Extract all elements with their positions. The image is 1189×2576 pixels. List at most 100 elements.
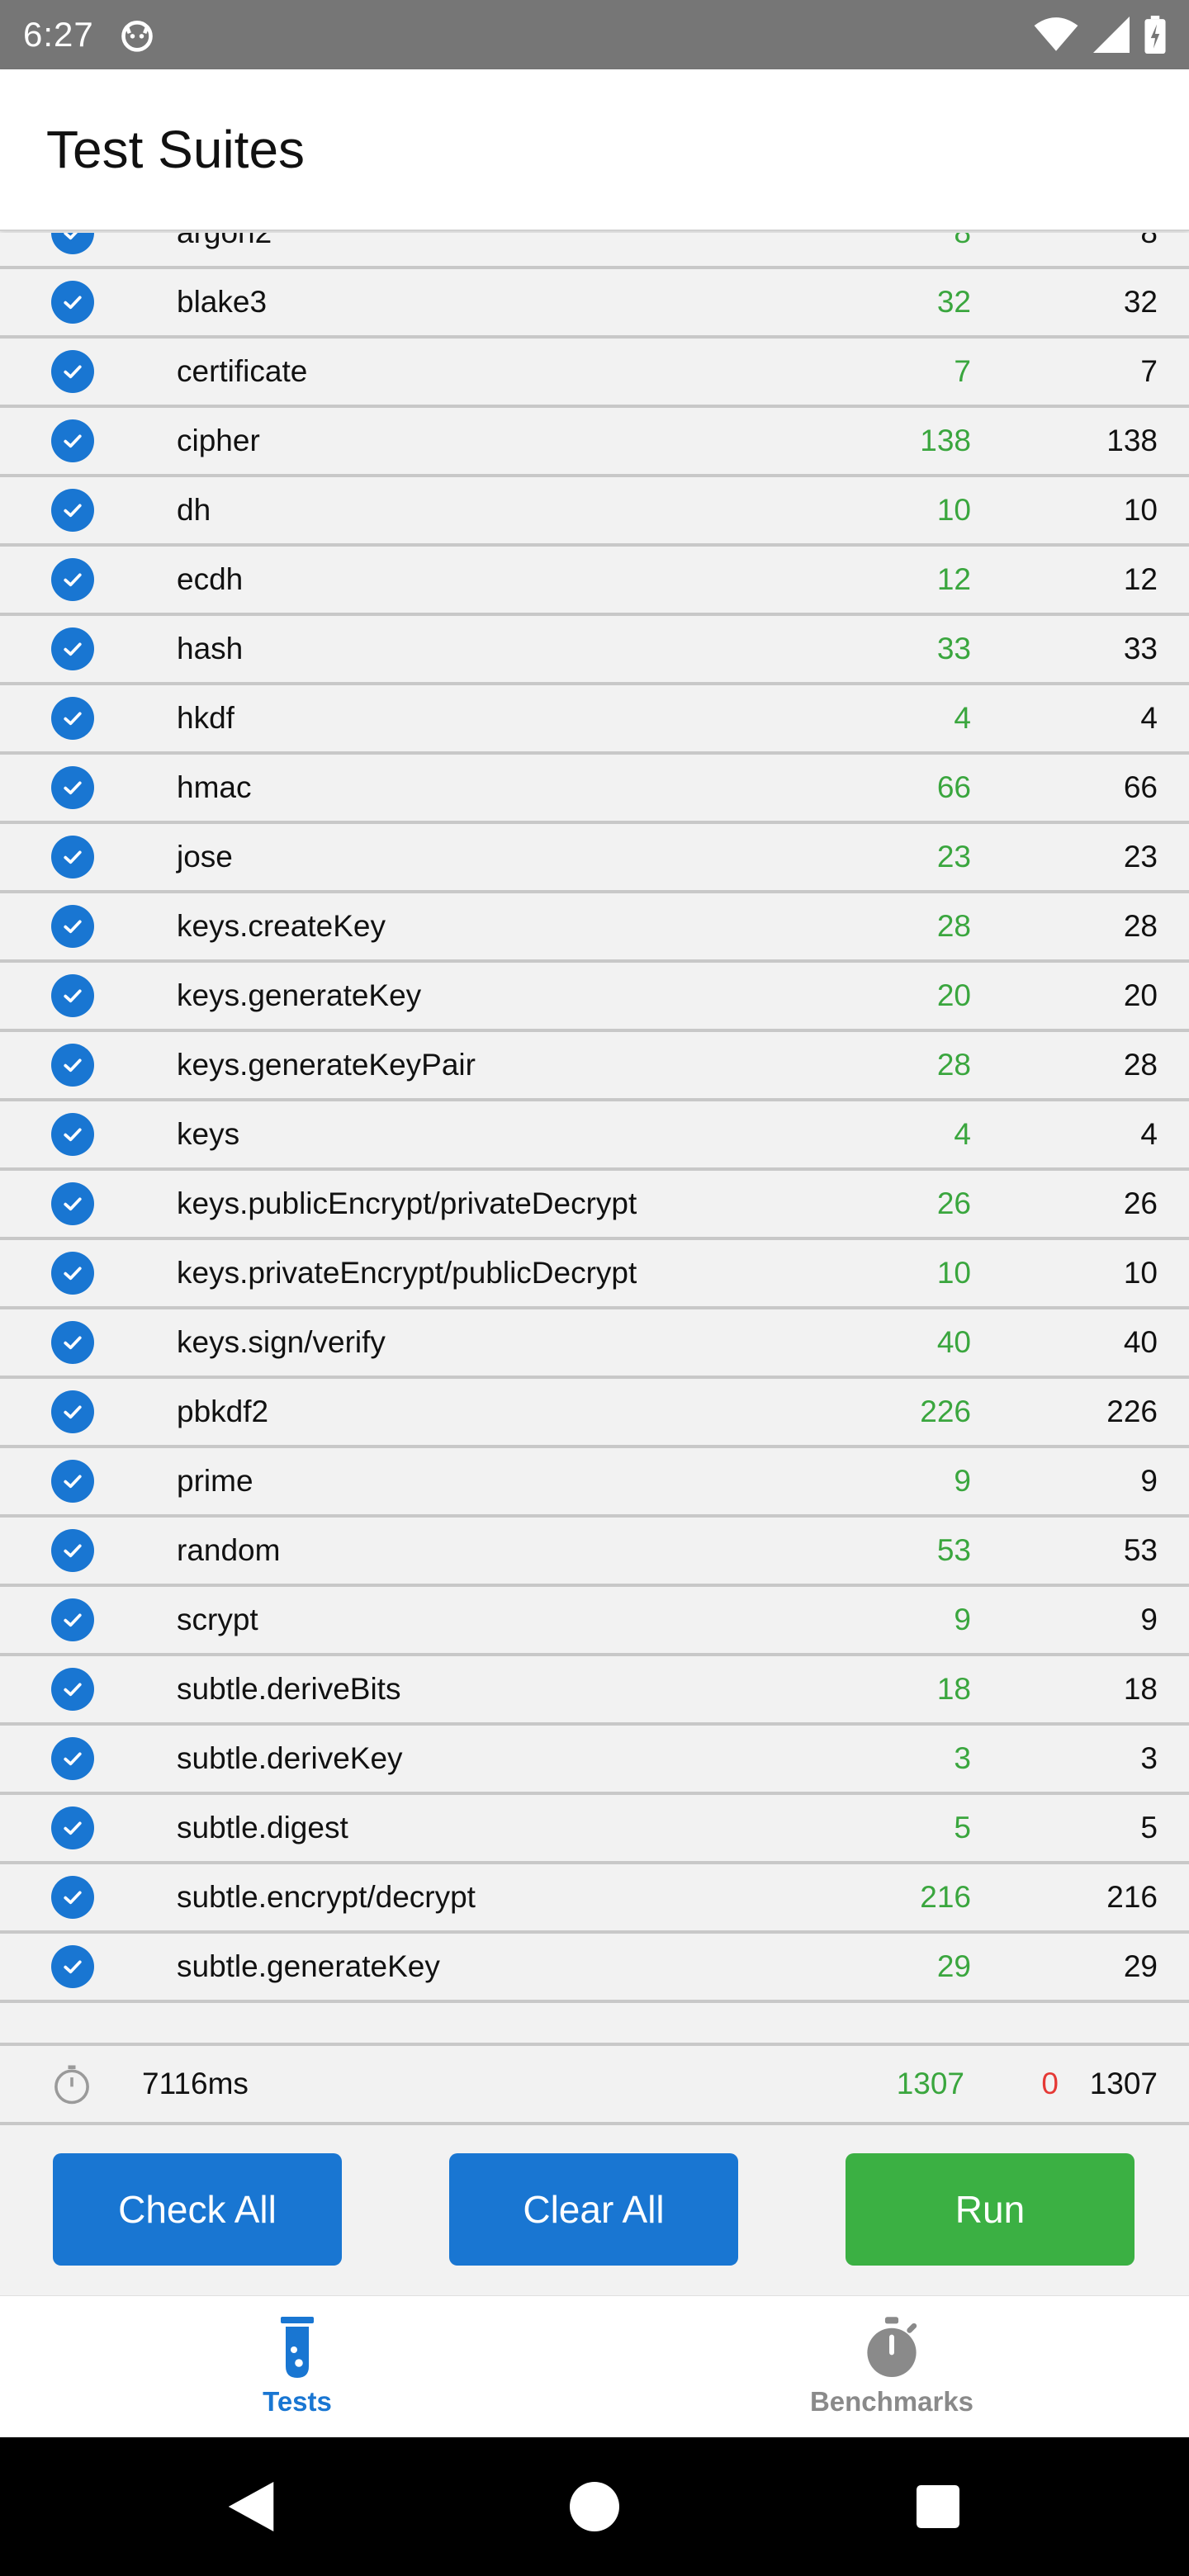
suite-checkbox[interactable] [51, 974, 94, 1017]
suite-passed-count: 40 [936, 1325, 971, 1359]
suite-checkbox[interactable] [51, 281, 94, 324]
total-passed: 1307 [896, 2067, 964, 2100]
suite-name: pbkdf2 [177, 1395, 269, 1428]
suite-checkbox[interactable] [51, 1390, 94, 1433]
page-title: Test Suites [46, 120, 306, 179]
suite-checkbox[interactable] [51, 627, 94, 670]
suite-checkbox[interactable] [51, 1460, 94, 1503]
checkmark-icon [64, 1058, 82, 1073]
tab-tests-label: Tests [263, 2386, 332, 2417]
suite-row[interactable]: keys.sign/verify 40 40 [0, 1309, 1189, 1379]
suite-row[interactable]: pbkdf2 226 226 [0, 1379, 1189, 1448]
suite-row[interactable]: keys.generateKey 20 20 [0, 963, 1189, 1032]
suite-passed-count: 12 [936, 562, 971, 596]
suite-row[interactable]: keys.privateEncrypt/publicDecrypt 10 10 [0, 1240, 1189, 1309]
suite-checkbox[interactable] [51, 905, 94, 948]
suite-total-count: 5 [1140, 1811, 1158, 1844]
run-button[interactable]: Run [846, 2153, 1135, 2266]
checkmark-icon [64, 1128, 82, 1142]
suite-checkbox[interactable] [51, 489, 94, 532]
suite-total-count: 32 [1123, 285, 1158, 319]
suite-name: blake3 [177, 285, 268, 319]
suite-checkbox[interactable] [51, 1807, 94, 1849]
stopwatch-icon [867, 2317, 917, 2377]
suite-passed-count: 138 [920, 424, 971, 457]
suite-row[interactable]: argon2 8 8 [0, 233, 1189, 269]
suite-checkbox[interactable] [51, 1876, 94, 1919]
suite-row[interactable]: hmac 66 66 [0, 755, 1189, 824]
suite-list[interactable]: argon2 8 8 blake3 32 32 certificate 7 7 … [0, 233, 1189, 2039]
app-bar: Test Suites [0, 69, 1189, 231]
suite-checkbox[interactable] [51, 350, 94, 393]
suite-row[interactable]: hash 33 33 [0, 616, 1189, 685]
status-time: 6:27 [23, 15, 94, 54]
clear-all-button[interactable]: Clear All [449, 2153, 738, 2266]
suite-checkbox[interactable] [51, 1113, 94, 1156]
suite-total-count: 20 [1123, 978, 1158, 1012]
status-icons [1034, 16, 1166, 54]
suite-total-count: 29 [1123, 1949, 1158, 1983]
tab-benchmarks[interactable]: Benchmarks [594, 2296, 1189, 2438]
suite-name: keys.generateKey [177, 978, 422, 1012]
suite-row[interactable]: scrypt 9 9 [0, 1587, 1189, 1656]
check-all-button[interactable]: Check All [53, 2153, 342, 2266]
suite-checkbox[interactable] [51, 1044, 94, 1087]
checkmark-icon [64, 1891, 82, 1905]
suite-row[interactable]: hkdf 4 4 [0, 685, 1189, 755]
suite-row[interactable]: subtle.deriveKey 3 3 [0, 1726, 1189, 1795]
suite-row[interactable]: keys.createKey 28 28 [0, 893, 1189, 963]
suite-row[interactable]: dh 10 10 [0, 477, 1189, 547]
suite-row[interactable]: keys 4 4 [0, 1101, 1189, 1171]
checkmark-icon [64, 850, 82, 864]
back-icon[interactable] [228, 2482, 274, 2531]
checkmark-icon [64, 642, 82, 656]
suite-checkbox[interactable] [51, 1668, 94, 1711]
suite-row[interactable]: cipher 138 138 [0, 408, 1189, 477]
suite-row[interactable]: subtle.encrypt/decrypt 216 216 [0, 1864, 1189, 1934]
checkmark-icon [64, 233, 78, 240]
suite-checkbox[interactable] [51, 419, 94, 462]
checkmark-icon [64, 712, 82, 726]
elapsed-time: 7116ms [142, 2067, 249, 2100]
suite-row[interactable]: subtle.digest 5 5 [0, 1795, 1189, 1864]
suite-checkbox[interactable] [51, 697, 94, 740]
tab-tests[interactable]: Tests [0, 2296, 594, 2438]
suite-checkbox[interactable] [51, 1945, 94, 1988]
checkmark-icon [64, 989, 82, 1003]
suite-checkbox[interactable] [51, 836, 94, 878]
suite-row[interactable]: subtle.deriveBits 18 18 [0, 1656, 1189, 1726]
suite-row[interactable]: prime 9 9 [0, 1448, 1189, 1518]
suite-checkbox[interactable] [51, 558, 94, 601]
suite-name: subtle.digest [177, 1811, 348, 1844]
suite-passed-count: 23 [936, 840, 971, 874]
suite-row[interactable]: ecdh 12 12 [0, 547, 1189, 616]
suite-checkbox[interactable] [51, 1737, 94, 1780]
suite-total-count: 12 [1123, 562, 1158, 596]
suite-total-count: 7 [1140, 354, 1158, 388]
suite-checkbox[interactable] [51, 766, 94, 809]
suite-checkbox[interactable] [51, 1252, 94, 1295]
suite-checkbox[interactable] [51, 1321, 94, 1364]
checkmark-icon [64, 920, 82, 934]
home-icon[interactable] [570, 2482, 619, 2531]
total-failed: 0 [1041, 2067, 1059, 2100]
suite-name: scrypt [177, 1603, 258, 1636]
suite-total-count: 216 [1106, 1880, 1158, 1914]
suite-row[interactable]: subtle.generateKey 29 29 [0, 1934, 1189, 2003]
suite-total-count: 4 [1140, 1117, 1158, 1151]
suite-checkbox[interactable] [51, 1598, 94, 1641]
suite-row[interactable]: jose 23 23 [0, 824, 1189, 893]
suite-row[interactable]: random 53 53 [0, 1518, 1189, 1587]
suite-checkbox[interactable] [51, 1529, 94, 1572]
recents-icon[interactable] [917, 2485, 959, 2528]
suite-row[interactable]: keys.generateKeyPair 28 28 [0, 1032, 1189, 1101]
suite-row[interactable]: certificate 7 7 [0, 339, 1189, 408]
checkmark-icon [64, 781, 82, 795]
suite-row[interactable]: keys.publicEncrypt/privateDecrypt 26 26 [0, 1171, 1189, 1240]
suite-name: keys.publicEncrypt/privateDecrypt [177, 1186, 637, 1220]
suite-checkbox[interactable] [51, 1182, 94, 1225]
suite-row[interactable]: blake3 32 32 [0, 269, 1189, 339]
suite-passed-count: 7 [954, 354, 971, 388]
suite-checkbox[interactable] [51, 233, 94, 254]
suite-passed-count: 4 [954, 1117, 971, 1151]
